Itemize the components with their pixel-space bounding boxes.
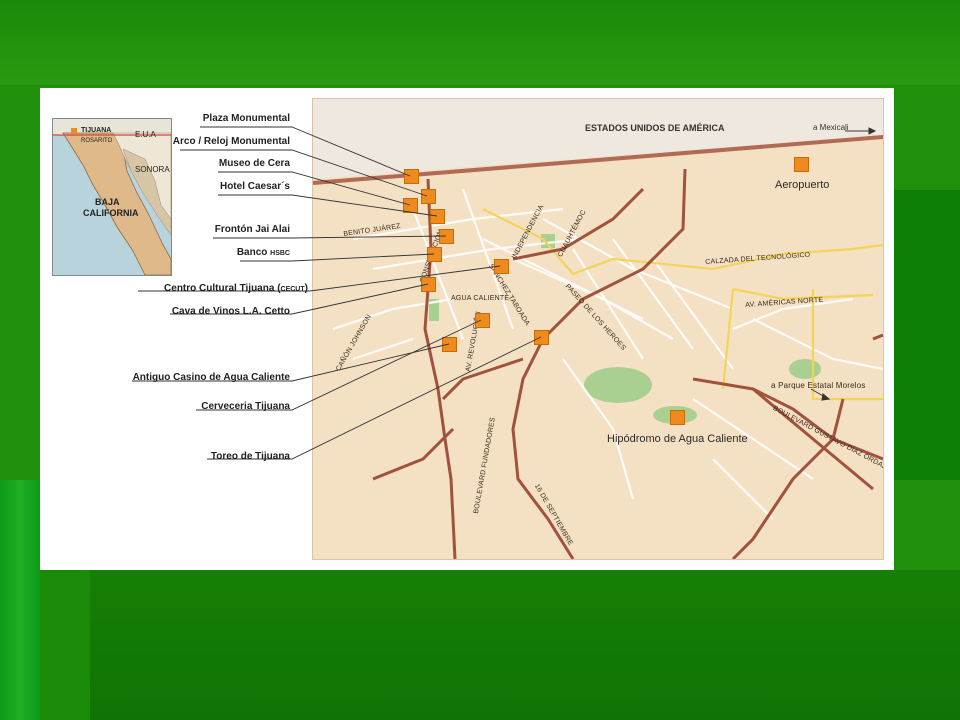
hotel-caesars-marker[interactable] — [430, 209, 445, 224]
park-area — [584, 367, 652, 403]
inset-label-rosarito: ROSARITO — [81, 138, 113, 144]
callout-banco-name: Banco — [236, 247, 268, 258]
highway-line — [752, 387, 874, 491]
callout-plaza-monumental: Plaza Monumental — [202, 113, 290, 124]
street-agua-caliente: AGUA CALIENTE — [451, 295, 510, 302]
callout-toreo: Toreo de Tijuana — [210, 451, 290, 462]
slide-left-accent — [0, 480, 40, 720]
inset-label-baja: BAJA — [95, 197, 120, 207]
inset-locator-map: TIJUANA ROSARITO E.U.A SONORA BAJA CALIF… — [52, 118, 172, 276]
cava-cetto-marker[interactable] — [421, 277, 436, 292]
casino-marker[interactable] — [442, 337, 457, 352]
callout-antiguo-casino: Antiguo Casino de Agua Caliente — [132, 372, 290, 383]
to-parque-label: a Parque Estatal Morelos — [771, 381, 866, 390]
callout-arco-reloj: Arco / Reloj Monumental — [172, 136, 290, 147]
highway-line — [441, 357, 524, 401]
hipodromo-label: Hipódromo de Agua Caliente — [607, 433, 748, 445]
park-area — [789, 359, 821, 379]
museo-cera-marker[interactable] — [403, 198, 418, 213]
toreo-marker[interactable] — [534, 330, 549, 345]
callout-centro-paren: ) — [304, 283, 308, 294]
fronton-jai-alai-marker[interactable] — [439, 229, 454, 244]
cerveceria-marker[interactable] — [475, 313, 490, 328]
plaza-monumental-marker[interactable] — [404, 169, 419, 184]
slide-top-band — [0, 0, 960, 85]
callout-hotel-caesars: Hotel Caesar´s — [219, 181, 290, 192]
callout-centro-cultural: Centro Cultural Tijuana (CECUT) — [164, 283, 308, 294]
callout-centro-name: Centro Cultural Tijuana ( — [164, 283, 281, 294]
inset-label-tijuana: TIJUANA — [81, 127, 112, 134]
inset-label-eua: E.U.A — [135, 130, 156, 139]
callout-museo-cera: Museo de Cera — [218, 158, 290, 169]
airport-marker[interactable] — [794, 157, 809, 172]
callout-centro-cecut: CECUT — [280, 286, 305, 293]
inset-label-sonora: SONORA — [135, 165, 170, 174]
banco-hsbc-marker[interactable] — [427, 247, 442, 262]
callout-fronton-jai-alai: Frontón Jai Alai — [214, 224, 290, 235]
airport-label: Aeropuerto — [775, 179, 830, 191]
hipodromo-marker[interactable] — [670, 410, 685, 425]
callout-banco: Banco HSBC — [237, 247, 290, 258]
to-mexicali-label: a Mexicali — [813, 123, 849, 132]
callout-cerveceria: Cerveceria Tijuana — [201, 401, 290, 412]
highway-line — [731, 398, 845, 559]
callout-banco-hsbc: HSBC — [270, 250, 290, 257]
callout-cava-cetto: Cava de Vinos L.A. Cetto — [171, 306, 290, 317]
arco-reloj-marker[interactable] — [421, 189, 436, 204]
slide-bottom-shade — [90, 570, 960, 720]
cecut-marker[interactable] — [494, 259, 509, 274]
inset-label-california: CALIFORNIA — [83, 208, 139, 218]
border-label: ESTADOS UNIDOS DE AMÉRICA — [585, 123, 725, 133]
